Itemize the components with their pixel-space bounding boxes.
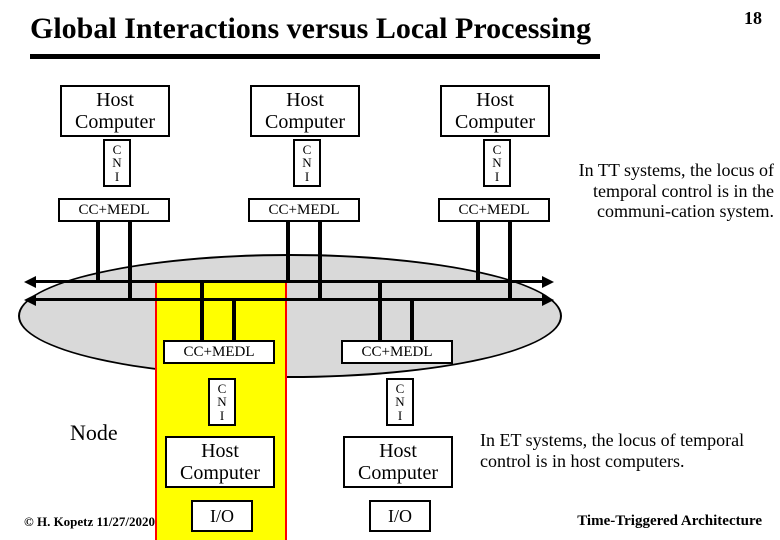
- host-box-top-3: Host Computer: [440, 85, 550, 137]
- caption-et: In ET systems, the locus of temporal con…: [480, 430, 770, 471]
- arrowhead-icon: [24, 294, 36, 306]
- stem-bot-2b: [410, 300, 414, 340]
- stem-top-3b: [508, 222, 512, 300]
- cni-box-top-1: C N I: [103, 139, 131, 187]
- ccmedl-box-top-3: CC+MEDL: [438, 198, 550, 222]
- host-box-top-1: Host Computer: [60, 85, 170, 137]
- ccmedl-box-bot-2: CC+MEDL: [341, 340, 453, 364]
- cni-label: C N I: [302, 143, 311, 184]
- caption-tt: In TT systems, the locus of temporal con…: [564, 160, 774, 222]
- title-rule: [30, 54, 600, 59]
- cni-label: C N I: [492, 143, 501, 184]
- host-box-bot-1: Host Computer: [165, 436, 275, 488]
- arrowhead-icon: [542, 276, 554, 288]
- stem-top-2b: [318, 222, 322, 300]
- stem-bot-1a: [200, 282, 204, 340]
- bus-line-1: [34, 280, 544, 283]
- ccmedl-box-top-2: CC+MEDL: [248, 198, 360, 222]
- cni-label: C N I: [395, 382, 404, 423]
- stem-top-3a: [476, 222, 480, 282]
- ccmedl-box-top-1: CC+MEDL: [58, 198, 170, 222]
- stem-top-1a: [96, 222, 100, 282]
- stem-top-1b: [128, 222, 132, 300]
- cni-box-bot-2: C N I: [386, 378, 414, 426]
- host-box-top-2: Host Computer: [250, 85, 360, 137]
- footer-copyright: © H. Kopetz 11/27/2020: [24, 514, 155, 530]
- ccmedl-box-bot-1: CC+MEDL: [163, 340, 275, 364]
- cni-box-top-3: C N I: [483, 139, 511, 187]
- footer-title: Time-Triggered Architecture: [577, 513, 762, 530]
- bus-line-2: [34, 298, 544, 301]
- cni-box-top-2: C N I: [293, 139, 321, 187]
- node-label: Node: [70, 420, 118, 446]
- slide: Global Interactions versus Local Process…: [0, 0, 780, 540]
- arrowhead-icon: [542, 294, 554, 306]
- page-number: 18: [744, 8, 762, 29]
- io-box-1: I/O: [191, 500, 253, 532]
- arrowhead-icon: [24, 276, 36, 288]
- io-box-2: I/O: [369, 500, 431, 532]
- stem-top-2a: [286, 222, 290, 282]
- cni-label: C N I: [217, 382, 226, 423]
- stem-bot-2a: [378, 282, 382, 340]
- cni-label: C N I: [112, 143, 121, 184]
- cni-box-bot-1: C N I: [208, 378, 236, 426]
- host-box-bot-2: Host Computer: [343, 436, 453, 488]
- slide-title: Global Interactions versus Local Process…: [30, 12, 591, 46]
- stem-bot-1b: [232, 300, 236, 340]
